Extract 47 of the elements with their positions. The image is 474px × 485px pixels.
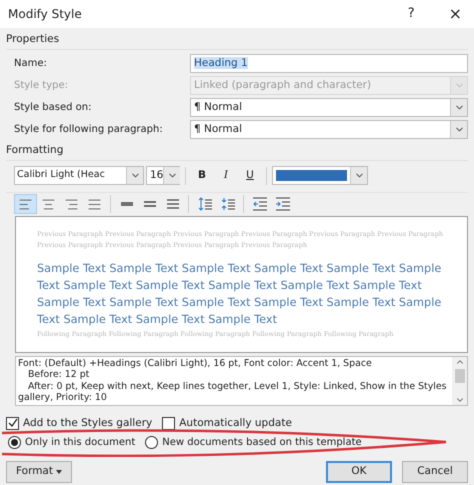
ok-button[interactable]: OK bbox=[326, 461, 392, 484]
decrease-indent-icon bbox=[252, 197, 268, 211]
align-justify-icon bbox=[87, 196, 102, 212]
cancel-button[interactable]: Cancel bbox=[402, 461, 468, 484]
name-field[interactable]: Heading 1 bbox=[190, 54, 468, 74]
radio-label: Only in this document bbox=[25, 436, 136, 450]
radio-button[interactable] bbox=[145, 436, 158, 450]
scrollbar[interactable] bbox=[452, 356, 467, 404]
field-label: Style for following paragraph: bbox=[14, 123, 164, 138]
section-heading: Properties bbox=[6, 32, 468, 50]
caret-icon bbox=[56, 470, 62, 474]
description-text: gallery, Priority: 10 bbox=[18, 392, 108, 404]
decrease-spacing-icon bbox=[220, 197, 236, 211]
radio-label: New documents based on this template bbox=[162, 436, 362, 450]
description-text: After: 0 pt, Keep with next, Keep lines together, Level 1, Style: Linked, Show in the Styles bbox=[27, 380, 448, 392]
italic-button[interactable]: I bbox=[215, 168, 237, 184]
checkbox[interactable] bbox=[6, 416, 19, 430]
style-dropdown[interactable]: ¶ Normal bbox=[190, 98, 468, 118]
align-center-icon bbox=[41, 196, 56, 212]
close-button[interactable]: × bbox=[442, 2, 468, 26]
radio-button[interactable] bbox=[8, 436, 21, 450]
field-label: Name: bbox=[14, 57, 48, 72]
font-color-dropdown[interactable] bbox=[272, 166, 368, 185]
field-label: Style based on: bbox=[14, 101, 92, 116]
increase-indent-icon bbox=[274, 197, 290, 211]
section-heading: Formatting bbox=[6, 142, 468, 160]
align-right-icon bbox=[64, 196, 79, 212]
increase-spacing-icon bbox=[196, 197, 212, 211]
description-text: Font: (Default) +Headings (Calibri Light), 16 pt, Font color: Accent 1, Space bbox=[18, 358, 373, 369]
description-text: Before: 12 pt bbox=[27, 369, 90, 380]
sample-text: Sample Text Sample Text Sample Text Sample Text Sample Text Sample Text Sample Text Sample Text Sample Text Sample Text Sample Text Sample Text Sample Text Sample Text Sample Text Sample Text Sample Text Sample Text Sample Text Sample Text bbox=[37, 260, 442, 328]
align-left-icon bbox=[18, 196, 33, 212]
bold-button[interactable]: B bbox=[191, 168, 213, 184]
color-swatch bbox=[276, 170, 347, 181]
style-dropdown[interactable]: ¶ Normal bbox=[190, 120, 468, 140]
font-size-dropdown[interactable]: 16 bbox=[146, 166, 180, 185]
double-spacing-icon bbox=[164, 197, 180, 211]
font-dropdown[interactable]: Calibri Light (Heac bbox=[14, 166, 144, 185]
field-label: Style type: bbox=[14, 79, 70, 94]
align-left-button[interactable] bbox=[14, 194, 37, 214]
checkbox-label: Add to the Styles gallery bbox=[23, 416, 152, 430]
underline-button[interactable]: U bbox=[239, 168, 261, 184]
checkbox-label: Automatically update bbox=[179, 416, 292, 430]
help-button[interactable]: ? bbox=[404, 4, 419, 24]
checkbox[interactable] bbox=[162, 416, 176, 430]
window-title: Modify Style bbox=[8, 6, 83, 23]
format-button[interactable]: Format bbox=[6, 461, 72, 484]
